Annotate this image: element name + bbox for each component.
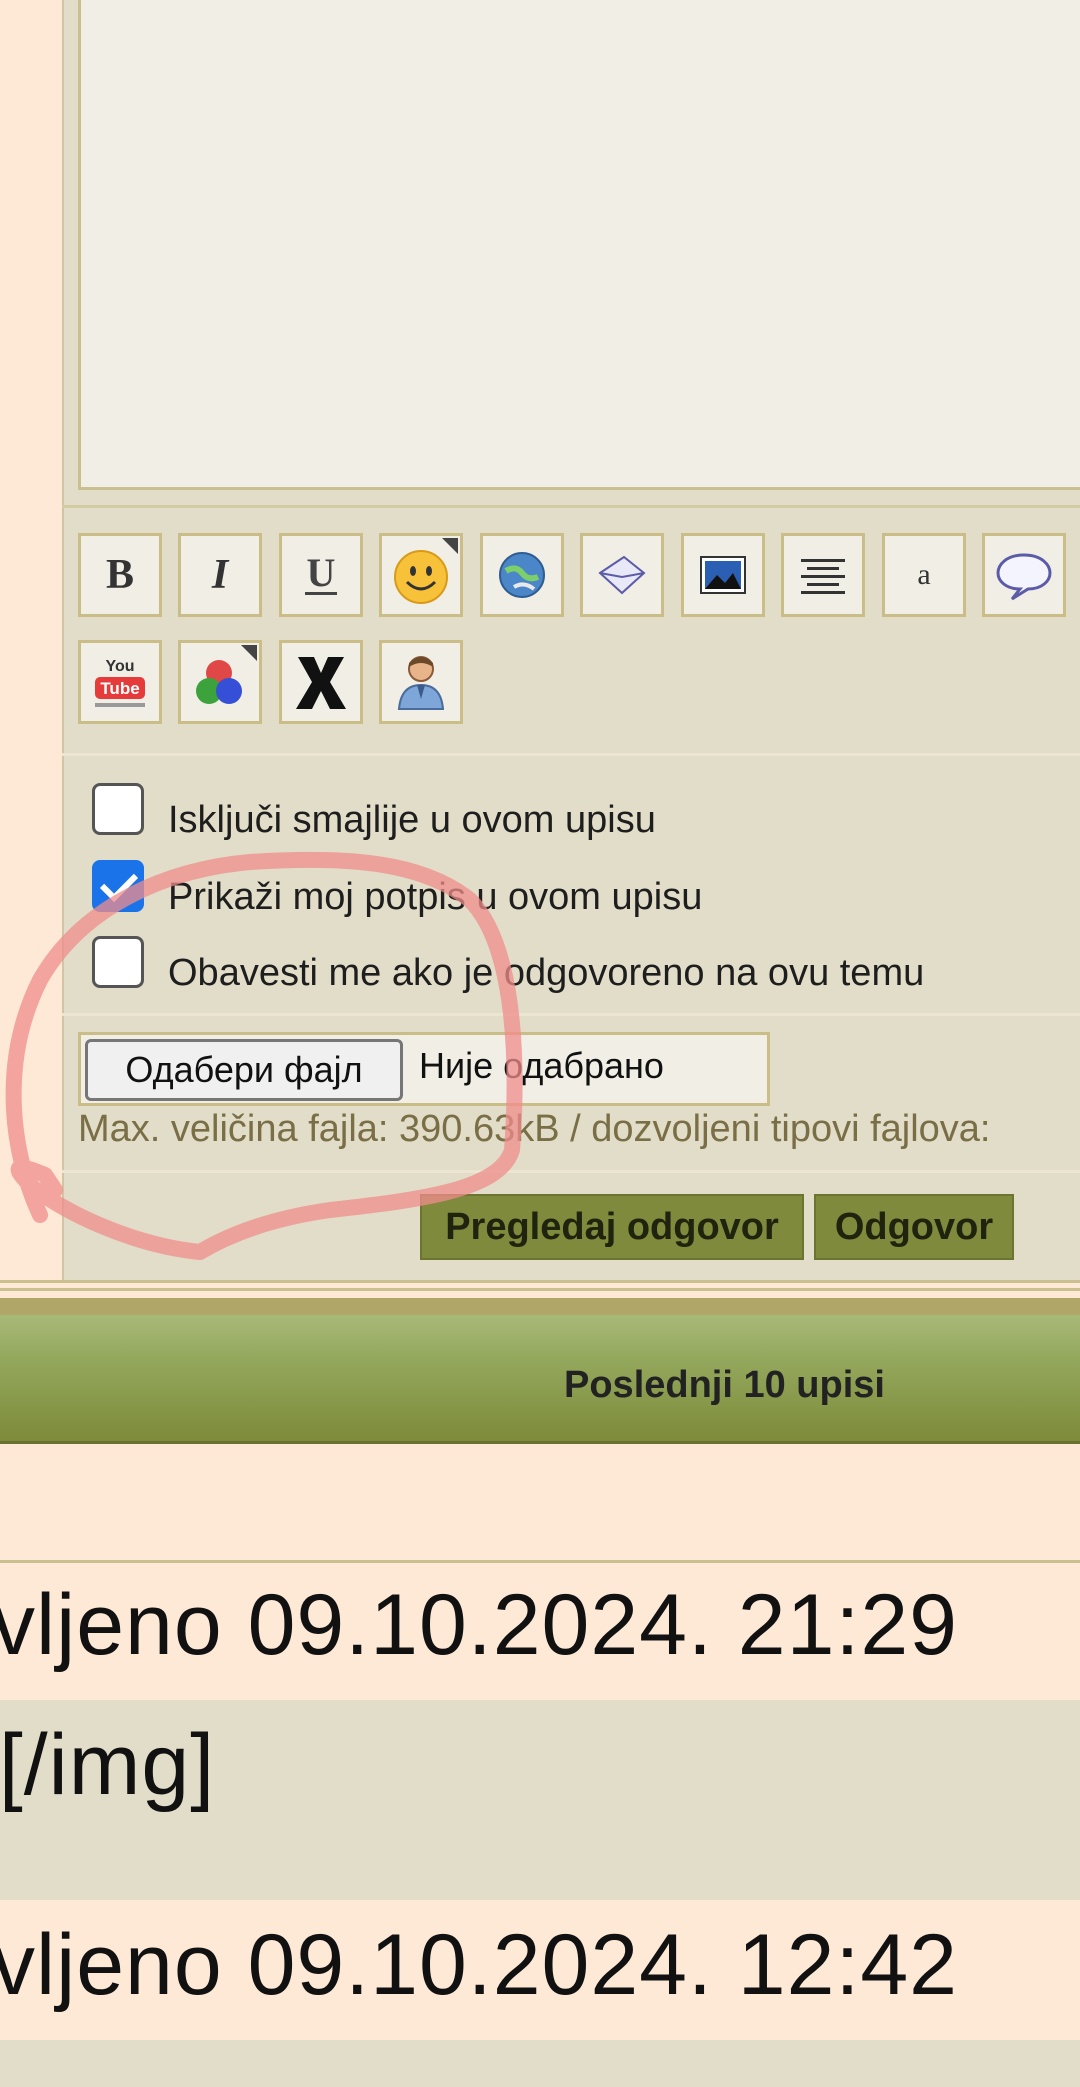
remove-format-button[interactable]: [279, 640, 363, 724]
post-row-background: [0, 2040, 1080, 2087]
divider: [62, 1013, 1080, 1016]
svg-text:I: I: [211, 552, 230, 598]
max-file-size-note: Max. veličina fajla: 390.63kB / dozvolje…: [78, 1108, 991, 1150]
center-button[interactable]: [781, 533, 865, 617]
svg-text:U: U: [307, 550, 336, 595]
bold-button[interactable]: B: [78, 533, 162, 617]
font-letter-icon: a: [917, 558, 930, 591]
youtube-icon: You Tube: [95, 658, 145, 707]
svg-text:a: a: [917, 558, 930, 591]
underline-icon: U: [305, 550, 337, 595]
post-content: ][/img]: [0, 1717, 216, 1813]
italic-button[interactable]: I: [178, 533, 262, 617]
bold-icon: B: [106, 552, 134, 598]
svg-text:Tube: Tube: [100, 679, 139, 698]
globe-link-icon: [499, 552, 545, 598]
dropdown-corner-icon: [241, 645, 257, 661]
disable-smilies-label: Isključi smajlije u ovom upisu: [168, 799, 656, 841]
last-posts-title: Poslednji 10 upisi: [564, 1364, 885, 1406]
youtube-button[interactable]: You Tube: [78, 640, 162, 724]
divider: [0, 1280, 1080, 1283]
file-status: Није одабрано: [419, 1045, 664, 1086]
align-center-icon: [801, 559, 845, 594]
divider: [0, 1560, 1080, 1563]
svg-text:You: You: [105, 658, 134, 675]
user-button[interactable]: [379, 640, 463, 724]
reply-button[interactable]: Odgovor: [814, 1194, 1014, 1260]
smiley-button[interactable]: [379, 533, 463, 617]
x-mark-icon: [296, 657, 346, 709]
color-button[interactable]: [178, 640, 262, 724]
show-signature-label: Prikaži moj potpis u ovom upisu: [168, 876, 703, 918]
email-button[interactable]: [580, 533, 664, 617]
divider: [62, 505, 1080, 508]
disable-smilies-checkbox[interactable]: [92, 783, 144, 835]
last-posts-header: Poslednji 10 upisi: [0, 1298, 1080, 1444]
file-input[interactable]: Одабери фајл Није одабрано: [78, 1032, 770, 1106]
svg-text:B: B: [106, 552, 134, 598]
quote-button[interactable]: [982, 533, 1066, 617]
notify-label: Obavesti me ako je odgovoreno na ovu tem…: [168, 952, 925, 994]
divider: [62, 753, 1080, 756]
italic-icon: I: [211, 552, 230, 598]
post-meta: vljeno 09.10.2024. 21:29: [0, 1577, 959, 1673]
divider: [62, 1170, 1080, 1173]
show-signature-checkbox[interactable]: [92, 860, 144, 912]
image-button[interactable]: [681, 533, 765, 617]
image-icon: [700, 556, 746, 594]
speech-bubble-icon: [996, 553, 1052, 601]
envelope-icon: [598, 555, 646, 595]
post-meta: vljeno 09.10.2024. 12:42: [0, 1917, 959, 2013]
choose-file-button[interactable]: Одабери фајл: [85, 1039, 403, 1101]
dropdown-corner-icon: [442, 538, 458, 554]
user-icon: [397, 656, 445, 710]
preview-reply-button[interactable]: Pregledaj odgovor: [420, 1194, 804, 1260]
underline-button[interactable]: U: [279, 533, 363, 617]
font-button[interactable]: a: [882, 533, 966, 617]
notify-checkbox[interactable]: [92, 936, 144, 988]
message-textarea[interactable]: [78, 0, 1080, 490]
link-button[interactable]: [480, 533, 564, 617]
divider: [0, 1288, 1080, 1291]
